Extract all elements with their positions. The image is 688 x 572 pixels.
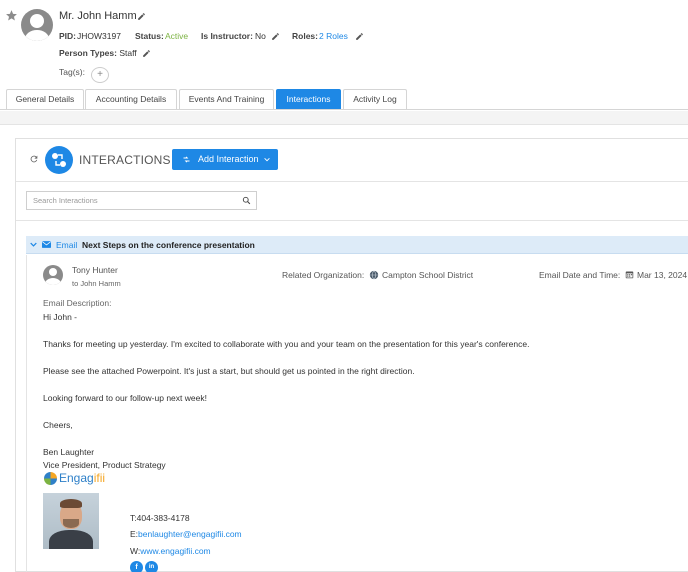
email-entry-header[interactable]: Email Next Steps on the conference prese… bbox=[26, 236, 688, 254]
add-interaction-button[interactable]: Add Interaction bbox=[172, 149, 278, 170]
tags-label: Tag(s): bbox=[59, 67, 85, 77]
signature-email-link[interactable]: benlaughter@engagifii.com bbox=[138, 529, 242, 539]
instructor-value: No bbox=[255, 31, 266, 41]
sender-avatar bbox=[43, 265, 63, 285]
person-types-row: Person Types: Staff bbox=[59, 48, 151, 58]
email-body-line: Looking forward to our follow-up next we… bbox=[43, 393, 207, 403]
search-interactions-input[interactable] bbox=[27, 192, 237, 209]
linkedin-icon[interactable]: in bbox=[145, 561, 158, 572]
search-icon[interactable] bbox=[242, 196, 251, 205]
interaction-type: Email bbox=[56, 240, 78, 250]
email-subject: Next Steps on the conference presentatio… bbox=[82, 240, 255, 250]
interactions-panel: INTERACTIONS Add Interaction Email Next … bbox=[15, 138, 688, 572]
envelope-icon bbox=[42, 241, 51, 248]
edit-roles-pencil-icon[interactable] bbox=[355, 32, 364, 41]
recipient: to John Hamm bbox=[72, 279, 121, 288]
chevron-down-icon bbox=[264, 157, 270, 162]
add-tag-button[interactable]: + bbox=[91, 67, 109, 83]
email-date-value: Mar 13, 2024 bbox=[637, 270, 688, 280]
search-box bbox=[26, 191, 257, 210]
person-types-value: Staff bbox=[119, 48, 137, 58]
engagifii-logo-mark-icon bbox=[44, 472, 57, 485]
tab-activity-log[interactable]: Activity Log bbox=[343, 89, 407, 109]
edit-instructor-pencil-icon[interactable] bbox=[271, 32, 280, 41]
email-body-line: Thanks for meeting up yesterday. I'm exc… bbox=[43, 339, 530, 349]
email-detail: Tony Hunter to John Hamm Related Organiz… bbox=[26, 255, 688, 572]
divider bbox=[16, 220, 688, 221]
status-label: Status: bbox=[135, 31, 164, 41]
instructor-label: Is Instructor: bbox=[201, 31, 253, 41]
email-body-line: Cheers, bbox=[43, 420, 73, 430]
email-body-line: Please see the attached Powerpoint. It's… bbox=[43, 366, 415, 376]
tab-content-band bbox=[0, 111, 688, 125]
signature-web-link[interactable]: www.engagifii.com bbox=[140, 546, 210, 556]
status-value: Active bbox=[165, 31, 189, 41]
email-body-line: Hi John - bbox=[43, 312, 78, 322]
tab-events-and-training[interactable]: Events And Training bbox=[179, 89, 274, 109]
add-interaction-icon bbox=[183, 156, 190, 163]
email-description-label: Email Description: bbox=[43, 298, 112, 308]
sender-name: Tony Hunter bbox=[72, 265, 118, 275]
person-types-label: Person Types: bbox=[59, 48, 117, 58]
roles-label: Roles: bbox=[292, 31, 318, 41]
tab-interactions[interactable]: Interactions bbox=[276, 89, 341, 109]
roles-link[interactable]: 2 Roles bbox=[319, 31, 348, 41]
signature-title: Vice President, Product Strategy bbox=[43, 460, 166, 470]
signature-email-row: E:benlaughter@engagifii.com bbox=[130, 529, 242, 539]
refresh-icon[interactable] bbox=[29, 154, 39, 164]
signature-name: Ben Laughter bbox=[43, 447, 95, 457]
edit-person-types-pencil-icon[interactable] bbox=[142, 49, 151, 58]
star-icon[interactable] bbox=[5, 9, 18, 22]
add-interaction-label: Add Interaction bbox=[198, 154, 259, 164]
collapse-chevron-icon[interactable] bbox=[30, 242, 37, 247]
pid-label: PID: bbox=[59, 31, 76, 41]
person-header: Mr. John Hamm PID: JHOW3197 Status: Acti… bbox=[0, 0, 688, 88]
person-avatar bbox=[21, 9, 53, 41]
person-name: Mr. John Hamm bbox=[59, 10, 137, 22]
edit-name-pencil-icon[interactable] bbox=[137, 12, 146, 21]
signature-photo bbox=[43, 493, 99, 549]
tab-accounting-details[interactable]: Accounting Details bbox=[85, 89, 177, 109]
tab-bar: General Details Accounting Details Event… bbox=[0, 88, 688, 110]
email-date-label: Email Date and Time: bbox=[539, 270, 621, 280]
interactions-title: INTERACTIONS bbox=[79, 153, 171, 167]
related-organization-label: Related Organization: bbox=[282, 270, 365, 280]
related-organization-value[interactable]: Campton School District bbox=[382, 270, 473, 280]
pid-value: JHOW3197 bbox=[77, 31, 121, 41]
facebook-icon[interactable]: f bbox=[130, 561, 143, 572]
calendar-icon bbox=[625, 271, 634, 279]
signature-web-row: W:www.engagifii.com bbox=[130, 546, 211, 556]
signature-phone: T:404-383-4178 bbox=[130, 513, 190, 523]
tab-general-details[interactable]: General Details bbox=[6, 89, 84, 109]
divider bbox=[16, 181, 688, 182]
interactions-icon bbox=[45, 146, 73, 174]
globe-icon bbox=[369, 270, 379, 280]
